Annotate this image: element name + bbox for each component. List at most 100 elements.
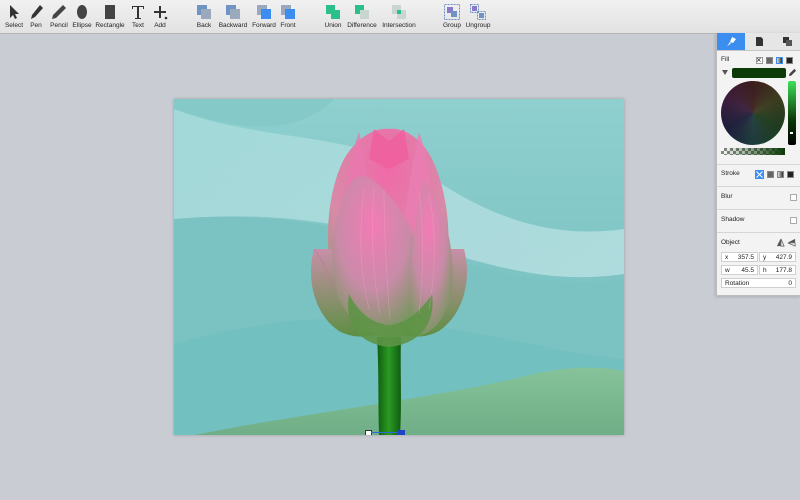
lotus-artwork [174, 99, 624, 435]
select-tool-label: Select [4, 22, 24, 29]
stroke-label: Stroke [721, 170, 740, 177]
ellipse-icon [77, 5, 87, 19]
shadow-checkbox[interactable] [790, 217, 797, 224]
disclosure-triangle-icon[interactable] [722, 70, 728, 75]
backward-button-label: Backward [218, 22, 248, 29]
document-icon [756, 37, 763, 46]
back-button-label: Back [196, 22, 212, 29]
intersection-icon [392, 5, 406, 19]
front-button-label: Front [280, 22, 296, 29]
rectangle-tool[interactable]: Rectangle [95, 3, 125, 29]
fill-color-well[interactable] [732, 68, 786, 78]
ellipse-tool[interactable]: Ellipse [71, 3, 93, 29]
rectangle-icon [105, 5, 115, 19]
back-button[interactable]: Back [194, 3, 214, 29]
layers-icon [783, 37, 792, 46]
fill-none-swatch[interactable] [756, 57, 763, 64]
blur-checkbox[interactable] [790, 194, 797, 201]
fill-solid-swatch[interactable] [766, 57, 773, 64]
h-field[interactable]: h 177.8 [759, 265, 796, 275]
forward-button[interactable]: Forward [251, 3, 277, 29]
cursor-arrow-icon [10, 5, 19, 19]
group-button-label: Group [442, 22, 462, 29]
rectangle-tool-label: Rectangle [95, 22, 125, 29]
x-mark-icon [756, 171, 763, 178]
send-to-back-icon [197, 5, 211, 19]
separator [717, 164, 800, 165]
rotation-field-label: Rotation [725, 280, 750, 287]
union-button-label: Union [324, 22, 342, 29]
toolbar: Select Pen Pencil Ellipse Rectangle Text… [0, 0, 800, 34]
fill-gradient-swatch[interactable] [776, 57, 783, 64]
tab-layers[interactable] [773, 33, 800, 50]
w-field-label: w [725, 267, 730, 274]
separator [717, 232, 800, 233]
pen-icon [31, 5, 43, 19]
flip-vertical-icon[interactable] [787, 238, 796, 247]
group-icon [444, 4, 460, 20]
pencil-tool[interactable]: Pencil [48, 3, 70, 29]
w-field[interactable]: w 45.5 [721, 265, 758, 275]
union-icon [326, 5, 340, 19]
x-field-value: 357.5 [737, 254, 754, 261]
x-field[interactable]: x 357.5 [721, 252, 758, 262]
fill-label: Fill [721, 56, 730, 63]
front-button[interactable]: Front [279, 3, 297, 29]
y-field[interactable]: y 427.9 [759, 252, 796, 262]
paintbrush-icon [727, 37, 736, 46]
pen-tool-label: Pen [30, 22, 42, 29]
plus-icon [154, 6, 168, 20]
y-field-value: 427.9 [775, 254, 792, 261]
selection-edge [371, 432, 397, 433]
bring-to-front-icon [281, 5, 295, 19]
y-field-label: y [763, 254, 767, 261]
pencil-icon [52, 5, 66, 19]
add-tool-label: Add [154, 22, 166, 29]
x-mark-icon [757, 58, 761, 62]
rotation-field-value: 0 [788, 280, 792, 287]
h-field-value: 177.8 [775, 267, 792, 274]
opacity-slider[interactable] [721, 148, 785, 155]
add-tool[interactable]: Add [151, 3, 169, 29]
brightness-knob[interactable] [790, 132, 793, 134]
w-field-value: 45.5 [741, 267, 754, 274]
eyedropper-icon[interactable] [788, 68, 797, 77]
rotation-field[interactable]: Rotation 0 [721, 278, 796, 288]
artboard[interactable] [174, 99, 624, 435]
fill-image-swatch[interactable] [786, 57, 793, 64]
difference-icon [355, 5, 369, 19]
text-tool-label: Text [132, 22, 144, 29]
difference-button[interactable]: Difference [346, 3, 378, 29]
tab-document[interactable] [745, 33, 773, 50]
union-button[interactable]: Union [322, 3, 344, 29]
difference-button-label: Difference [347, 22, 377, 29]
stroke-none-swatch[interactable] [755, 170, 764, 179]
text-icon [132, 6, 144, 19]
h-field-label: h [763, 267, 767, 274]
shadow-label: Shadow [721, 216, 745, 223]
ellipse-tool-label: Ellipse [72, 22, 92, 29]
send-backward-icon [226, 5, 240, 19]
stroke-solid-swatch[interactable] [767, 171, 774, 178]
separator [717, 209, 800, 210]
flip-horizontal-icon[interactable] [776, 238, 785, 247]
text-tool[interactable]: Text [129, 3, 147, 29]
ungroup-button-label: Ungroup [465, 22, 491, 29]
stroke-gradient-swatch[interactable] [777, 171, 784, 178]
color-wheel-tint [721, 81, 785, 145]
brightness-slider[interactable] [788, 81, 796, 145]
intersection-button[interactable]: Intersection [381, 3, 417, 29]
inspector-tabs [717, 33, 800, 51]
selection-handle-right[interactable] [398, 430, 405, 435]
backward-button[interactable]: Backward [218, 3, 248, 29]
group-button[interactable]: Group [442, 3, 462, 29]
pen-tool[interactable]: Pen [28, 3, 44, 29]
ungroup-button[interactable]: Ungroup [465, 3, 491, 29]
blur-label: Blur [721, 193, 733, 200]
tab-style[interactable] [717, 33, 745, 50]
x-field-label: x [725, 254, 729, 261]
pencil-tool-label: Pencil [50, 22, 68, 29]
bring-forward-icon [257, 5, 271, 19]
select-tool[interactable]: Select [4, 3, 24, 29]
stroke-image-swatch[interactable] [787, 171, 794, 178]
